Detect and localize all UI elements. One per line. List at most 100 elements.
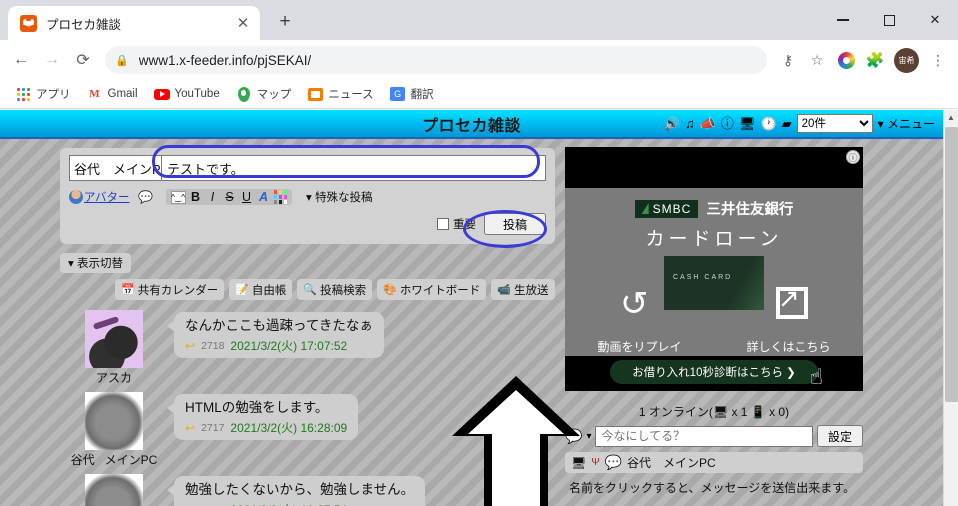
ad-cta-button[interactable]: お借り入れ10秒診断はこちら ❯ xyxy=(610,360,818,384)
blob-avatar[interactable] xyxy=(85,474,143,506)
site-header: プロセカ雑談 🔊 ♫ 📣 ⓘ 🖥 🕐 ▰ 20件 ▾ メニュー xyxy=(0,110,943,139)
author-secondary: メインPC xyxy=(104,453,158,467)
checkbox-box[interactable] xyxy=(437,218,449,230)
bookmark-label: ニュース xyxy=(328,89,374,101)
user-bubble-icon: 💬 xyxy=(604,454,623,470)
color-extension-icon[interactable] xyxy=(832,46,860,74)
ad-info-icon[interactable]: ⓘ xyxy=(846,150,860,164)
italic-button[interactable]: I xyxy=(206,190,220,204)
info-icon[interactable]: ⓘ xyxy=(721,117,734,130)
external-link-icon[interactable] xyxy=(776,283,808,319)
bookmark-news[interactable]: ニュース xyxy=(300,83,380,106)
bookmark-apps[interactable]: アプリ xyxy=(8,83,78,106)
ad-brand-row: SMBC 三井住友銀行 xyxy=(565,198,863,219)
avatar-link[interactable]: アバター xyxy=(69,189,130,205)
page-content: プロセカ雑談 🔊 ♫ 📣 ⓘ 🖥 🕐 ▰ 20件 ▾ メニュー 谷代 メインPC… xyxy=(0,110,958,506)
youtube-icon xyxy=(153,86,170,102)
scrollbar-thumb[interactable] xyxy=(945,127,958,402)
bookmark-youtube[interactable]: YouTube xyxy=(147,83,227,106)
bookmark-translate[interactable]: G 翻訳 xyxy=(383,83,441,106)
site-menu-link[interactable]: ▾ メニュー xyxy=(878,115,935,132)
blob-avatar[interactable] xyxy=(85,392,143,450)
nav-label: 自由帳 xyxy=(251,284,287,297)
bold-button[interactable]: B xyxy=(189,190,203,204)
message-item: アスカ なんかここも過疎ってきたなぁ ↩ 2718 2021/3/2(火) 17… xyxy=(60,310,555,386)
submit-post-button[interactable]: 投稿 xyxy=(484,213,546,235)
underline-button[interactable]: U xyxy=(240,190,254,204)
browser-tab[interactable]: プロセカ雑談 ✕ xyxy=(8,6,260,40)
status-bubble-icon[interactable]: 💬 xyxy=(565,428,582,445)
nav-free-notebook[interactable]: 📝 自由帳 xyxy=(229,279,293,300)
post-message-input[interactable] xyxy=(161,155,546,181)
message-author-block xyxy=(60,474,168,506)
important-checkbox[interactable]: 重要 xyxy=(437,216,476,232)
bookmark-label: Gmail xyxy=(107,88,138,100)
search-icon: 🔍 xyxy=(303,284,318,296)
back-icon[interactable]: ← xyxy=(6,45,36,75)
message-meta: ↩ 2718 2021/3/2(火) 17:07:52 xyxy=(185,337,373,354)
key-icon[interactable]: ⚷ xyxy=(774,46,802,74)
ad-title: カードローン xyxy=(645,229,783,250)
settings-button[interactable]: 設定 xyxy=(817,425,863,447)
megaphone-icon[interactable]: 📣 xyxy=(700,117,716,130)
message-author-name[interactable]: アスカ xyxy=(96,369,132,386)
body-area: 谷代 メインPC アバター 💬 ^‿^ B I S xyxy=(0,139,943,506)
nav-shared-calendar[interactable]: 📅 共有カレンダー xyxy=(115,279,225,300)
bookmark-maps[interactable]: マップ xyxy=(229,83,299,106)
message-id: 2717 xyxy=(201,421,225,434)
music-note-icon[interactable]: ♫ xyxy=(685,117,695,130)
post-count-select[interactable]: 20件 xyxy=(796,114,873,133)
speech-bubble-icon[interactable]: 💬 xyxy=(136,188,156,206)
bookmark-label: 翻訳 xyxy=(410,89,434,101)
profile-avatar[interactable]: 宙希 xyxy=(894,47,919,73)
advertisement[interactable]: ⓘ SMBC 三井住友銀行 カードローン ↺ xyxy=(565,147,863,391)
chevron-down-icon[interactable]: ▾ xyxy=(586,431,591,442)
color-palette-icon[interactable] xyxy=(273,190,288,204)
speaker-icon[interactable]: 🔊 xyxy=(664,117,680,130)
message-timestamp: 2021/3/2(火) 16:28:09 xyxy=(230,421,348,436)
reply-icon[interactable]: ↩ xyxy=(185,339,195,353)
message-timestamp: 2021/3/2(火) 16:27:54 xyxy=(230,501,347,506)
broadcast-icon: 📹 xyxy=(497,284,512,296)
display-toggle-button[interactable]: ▾ 表示切替 xyxy=(60,253,131,273)
minimize-button[interactable] xyxy=(820,0,866,40)
nav-whiteboard[interactable]: 🎨 ホワイトボード xyxy=(377,279,487,300)
ad-replay-label[interactable]: 動画をリプレイ xyxy=(597,338,681,355)
star-icon[interactable]: ☆ xyxy=(803,46,831,74)
format-toolbar: ^‿^ B I S U A xyxy=(165,189,293,205)
message-author-block: 谷代 メインPC xyxy=(60,392,168,468)
hand-cursor-icon: ☝ xyxy=(809,364,823,389)
bookmark-gmail[interactable]: M Gmail xyxy=(80,83,145,106)
replay-icon[interactable]: ↺ xyxy=(620,284,649,324)
special-post-toggle[interactable]: ▾ 特殊な投稿 xyxy=(306,189,372,205)
status-input[interactable] xyxy=(595,425,813,447)
reply-icon[interactable]: ↩ xyxy=(185,421,195,435)
online-user-name[interactable]: 谷代 メインPC xyxy=(627,454,716,471)
nav-live-broadcast[interactable]: 📹 生放送 xyxy=(491,279,555,300)
message-timestamp: 2021/3/2(火) 17:07:52 xyxy=(230,339,348,354)
strike-button[interactable]: S xyxy=(223,190,237,204)
eraser-icon[interactable]: ▰ xyxy=(782,117,792,130)
new-tab-button[interactable]: + xyxy=(270,7,300,37)
post-name-field[interactable]: 谷代 メインPC xyxy=(69,155,161,181)
cat-avatar[interactable] xyxy=(85,310,143,368)
nav-post-search[interactable]: 🔍 投稿検索 xyxy=(297,279,373,300)
monitor-icon[interactable]: 🖥 xyxy=(739,117,756,130)
forward-icon: → xyxy=(44,51,60,68)
font-button[interactable]: A xyxy=(257,190,271,204)
extensions-icon[interactable]: 🧩 xyxy=(861,46,889,74)
close-icon[interactable]: ✕ xyxy=(232,12,254,34)
reload-icon[interactable]: ⟳ xyxy=(68,45,98,75)
emoticon-icon[interactable]: ^‿^ xyxy=(170,190,186,204)
scroll-up-icon[interactable]: ▲ xyxy=(944,110,958,125)
online-user-row[interactable]: 🖥 Ψ 💬 谷代 メインPC xyxy=(565,452,863,473)
palette-icon: 🎨 xyxy=(383,284,397,296)
message-author-name[interactable]: 谷代 メインPC xyxy=(71,451,158,468)
clock-icon[interactable]: 🕐 xyxy=(760,117,776,130)
window-close-button[interactable]: ✕ xyxy=(912,0,958,40)
address-bar[interactable]: 🔒 www1.x-feeder.info/pjSEKAI/ xyxy=(105,46,767,74)
page-scrollbar[interactable]: ▲ xyxy=(943,110,958,506)
ad-details-label[interactable]: 詳しくはこちら xyxy=(746,338,830,355)
maximize-button[interactable] xyxy=(866,0,912,40)
browser-menu-icon[interactable]: ⋮ xyxy=(924,46,952,74)
